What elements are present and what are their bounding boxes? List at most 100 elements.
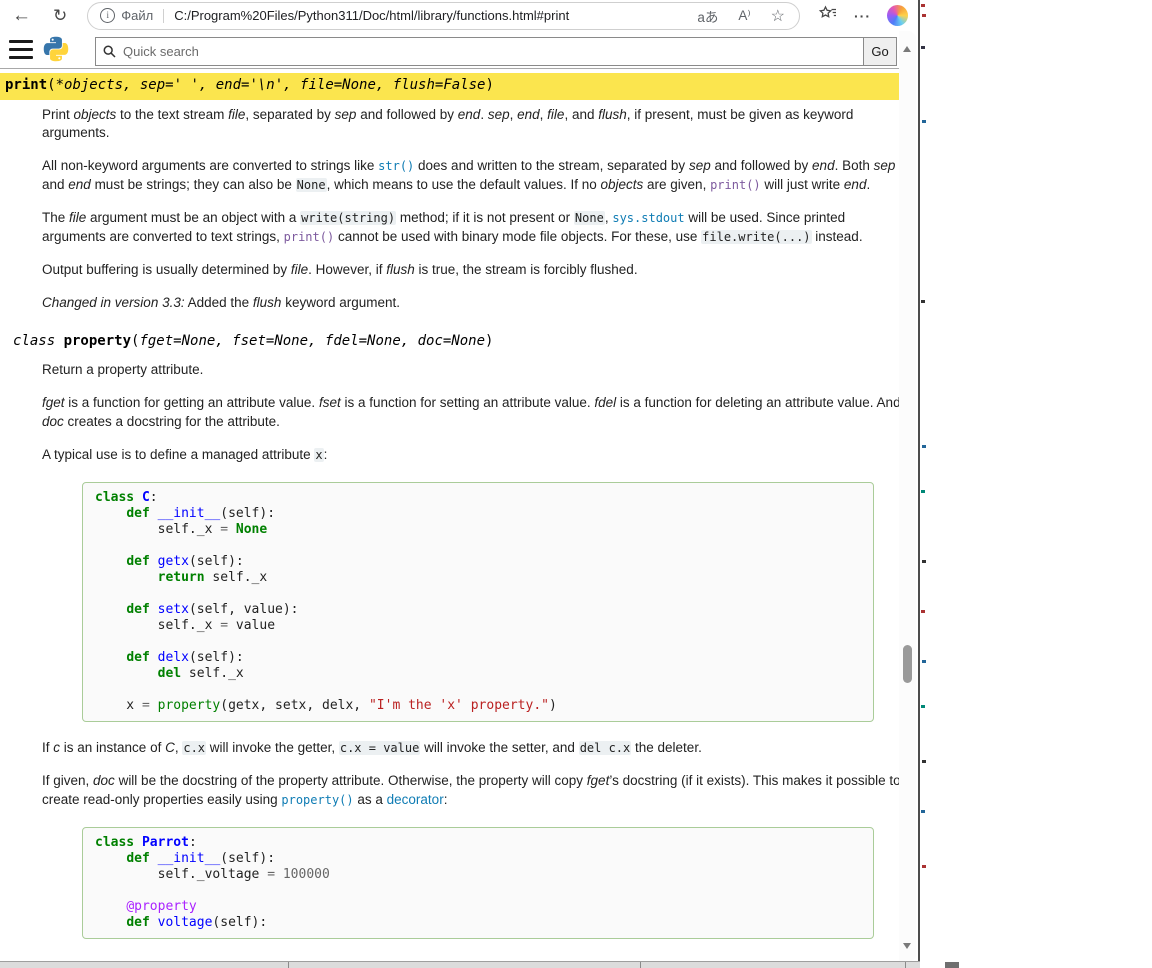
code-line: def __init__(self): (95, 851, 861, 867)
favorite-star-icon[interactable]: ☆ (771, 6, 785, 26)
code-token: property (158, 698, 221, 713)
url-text[interactable]: C:/Program%20Files/Python311/Doc/html/li… (174, 8, 697, 23)
text-segment: . (480, 107, 488, 122)
text-segment: is an instance of (60, 740, 165, 755)
text-segment: flush (598, 107, 627, 122)
text-segment: cannot be used with binary mode file obj… (334, 229, 701, 244)
text-segment: C (165, 740, 175, 755)
text-segment: keyword argument. (281, 295, 400, 310)
code-token: def (126, 650, 149, 665)
scroll-down-arrow-icon[interactable] (903, 943, 911, 949)
text-segment: must be strings; they can also be (91, 177, 296, 192)
collections-icon[interactable] (818, 4, 838, 27)
translate-icon[interactable]: aあ (697, 6, 718, 26)
inline-link[interactable]: decorator (387, 792, 444, 807)
code-line (95, 682, 861, 698)
code-token: Parrot (142, 835, 189, 850)
search-input[interactable] (95, 37, 863, 66)
code-line (95, 634, 861, 650)
inline-link[interactable]: str() (378, 159, 414, 173)
copilot-icon[interactable] (887, 5, 908, 26)
text-segment: as a (354, 792, 387, 807)
code-token (95, 570, 158, 585)
text-segment: file (291, 262, 308, 277)
code-token: 100000 (283, 867, 330, 882)
read-aloud-icon[interactable]: A⁾ (738, 8, 750, 24)
inline-link[interactable]: print() (284, 230, 335, 244)
code-line (95, 538, 861, 554)
code-token (95, 899, 126, 914)
code-token (95, 506, 126, 521)
code-token: setx (158, 602, 189, 617)
text-segment: ) (485, 333, 493, 349)
code-token: (getx, setx, delx, (220, 698, 369, 713)
text-segment: doc (42, 414, 64, 429)
info-icon[interactable]: i (100, 8, 115, 23)
text-segment: All non-keyword arguments are converted … (42, 158, 378, 173)
text-segment: end (68, 177, 91, 192)
window-edge (918, 0, 920, 968)
scroll-up-arrow-icon[interactable] (903, 46, 911, 52)
text-segment: . However, if (308, 262, 386, 277)
text-segment: flush (386, 262, 415, 277)
code-token: C (142, 490, 150, 505)
code-token: = (220, 618, 228, 633)
text-segment: argument must be an object with a (86, 210, 300, 225)
code-token: class (95, 835, 134, 850)
text-segment: sep (689, 158, 711, 173)
scrollbar-thumb[interactable] (903, 645, 912, 683)
text-segment: Added the (185, 295, 253, 310)
settings-more-icon[interactable]: ··· (854, 9, 871, 23)
inline-link[interactable]: property() (281, 793, 353, 807)
text-segment: *objects, sep=' ', end='\n', file=None, … (56, 77, 486, 93)
code-token: getx (158, 554, 189, 569)
menu-hamburger-icon[interactable] (9, 40, 33, 59)
text-segment: method; if it is not present or (396, 210, 574, 225)
paragraph: All non-keyword arguments are converted … (42, 157, 904, 195)
paragraph: Return a property attribute. (42, 361, 904, 380)
text-segment: is true, the stream is forcibly flushed. (415, 262, 638, 277)
text-segment: and followed by (356, 107, 457, 122)
text-segment: The (42, 210, 69, 225)
code-token: def (126, 602, 149, 617)
version-changed-note: Changed in version 3.3: Added the flush … (42, 294, 904, 313)
paragraph: A typical use is to define a managed att… (42, 446, 904, 465)
code-token (150, 650, 158, 665)
page-scrollbar[interactable] (899, 31, 916, 962)
paragraph: If given, doc will be the docstring of t… (42, 772, 904, 810)
code-token (150, 602, 158, 617)
text-segment: print (5, 77, 47, 93)
text-segment: are given, (643, 177, 710, 192)
code-token (95, 602, 126, 617)
code-token: __init__ (158, 506, 221, 521)
text-segment: instead. (812, 229, 863, 244)
python-logo-icon[interactable] (42, 35, 70, 63)
code-token: self._voltage (95, 867, 267, 882)
code-line: @property (95, 899, 861, 915)
inline-link[interactable]: print() (710, 178, 761, 192)
inline-link[interactable]: sys.stdout (612, 211, 684, 225)
code-token: def (126, 851, 149, 866)
code-token: self._x (95, 522, 220, 537)
text-segment: fdel (594, 395, 616, 410)
text-segment: Changed in version 3.3: (42, 295, 185, 310)
go-button[interactable]: Go (863, 37, 897, 66)
code-token: self._x (95, 618, 220, 633)
code-token: __init__ (158, 851, 221, 866)
code-line: del self._x (95, 666, 861, 682)
text-segment: , which means to use the default values.… (327, 177, 601, 192)
text-segment: Return a property attribute. (42, 362, 203, 377)
code-line: class Parrot: (95, 835, 861, 851)
back-icon[interactable]: ← (12, 6, 31, 25)
text-segment: will be the docstring of the property at… (115, 773, 587, 788)
text-segment: None (296, 178, 327, 192)
text-segment: file (228, 107, 245, 122)
text-segment: c (53, 740, 60, 755)
address-bar[interactable]: i Файл C:/Program%20Files/Python311/Doc/… (87, 2, 800, 30)
text-segment: fget=None, fset=None, fdel=None, doc=Non… (139, 333, 485, 349)
text-segment: del c.x (579, 741, 632, 755)
code-token: def (126, 554, 149, 569)
refresh-icon[interactable]: ↻ (53, 7, 67, 24)
text-segment: : (324, 447, 328, 462)
text-segment: fget (587, 773, 610, 788)
